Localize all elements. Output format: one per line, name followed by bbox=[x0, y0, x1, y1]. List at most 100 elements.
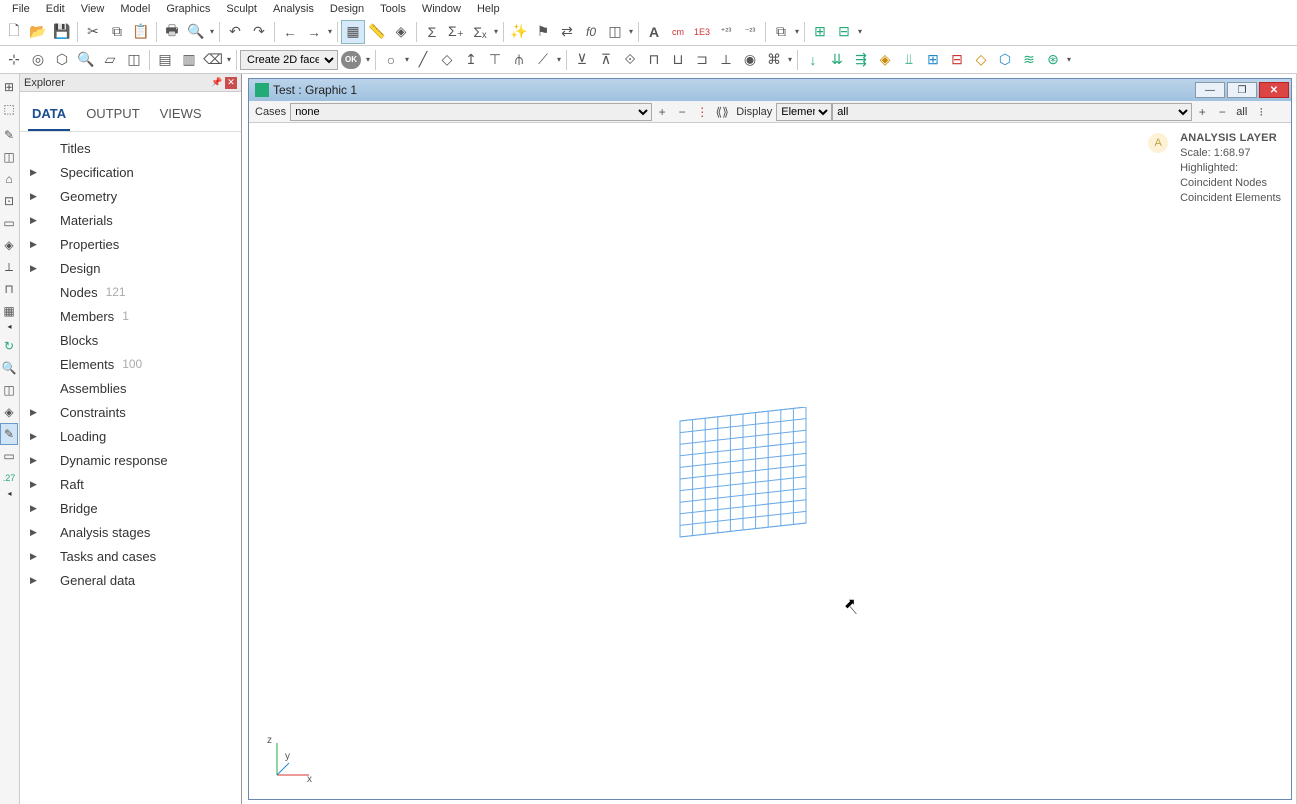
forward-icon[interactable]: → bbox=[302, 20, 326, 44]
ok-button[interactable]: OK bbox=[341, 51, 361, 69]
tree-node[interactable]: ▶Tasks and cases bbox=[20, 544, 241, 568]
vt-icon-7[interactable]: ▭ bbox=[0, 212, 18, 234]
swap-icon[interactable]: ⇄ bbox=[555, 20, 579, 44]
paste-icon[interactable]: 📋 bbox=[129, 20, 153, 44]
tree-node[interactable]: Assemblies bbox=[20, 376, 241, 400]
tree-node[interactable]: ▶General data bbox=[20, 568, 241, 592]
cable-icon[interactable]: ⟋ bbox=[531, 48, 555, 72]
menu-view[interactable]: View bbox=[73, 2, 113, 16]
settings-icon[interactable]: ⁝ bbox=[1252, 103, 1270, 121]
expand-arrow-icon[interactable]: ▶ bbox=[30, 527, 38, 538]
load8-icon[interactable]: ◇ bbox=[969, 48, 993, 72]
load1-icon[interactable]: ↓ bbox=[801, 48, 825, 72]
dropdown-icon[interactable]: ▾ bbox=[1065, 55, 1073, 64]
spring-icon[interactable]: ⫛ bbox=[507, 48, 531, 72]
tree-node[interactable]: ▶Raft bbox=[20, 472, 241, 496]
expand-icon[interactable]: ⊞ bbox=[808, 20, 832, 44]
dimension-icon[interactable]: cm bbox=[666, 20, 690, 44]
beam-icon[interactable]: ⊤ bbox=[483, 48, 507, 72]
dropdown-icon[interactable]: ▾ bbox=[786, 55, 794, 64]
print-icon[interactable]: 🖶 bbox=[160, 20, 184, 44]
hide-icon[interactable]: ▥ bbox=[177, 48, 201, 72]
area-icon[interactable]: ▱ bbox=[98, 48, 122, 72]
tree-node[interactable]: ▶Constraints bbox=[20, 400, 241, 424]
tree-node[interactable]: ▶Design bbox=[20, 256, 241, 280]
broadcast-icon[interactable]: ⟪⟫ bbox=[713, 103, 731, 121]
expand-arrow-icon[interactable]: ▶ bbox=[30, 431, 38, 442]
line-icon[interactable]: ╱ bbox=[411, 48, 435, 72]
back-icon[interactable]: ← bbox=[278, 20, 302, 44]
pin-icon[interactable]: ↥ bbox=[459, 48, 483, 72]
decrease-decimal-icon[interactable]: ⁻²³ bbox=[738, 20, 762, 44]
redo-icon[interactable]: ↷ bbox=[247, 20, 271, 44]
menu-tools[interactable]: Tools bbox=[372, 2, 414, 16]
expand-arrow-icon[interactable]: ▶ bbox=[30, 575, 38, 586]
menu-file[interactable]: File bbox=[4, 2, 38, 16]
load10-icon[interactable]: ≋ bbox=[1017, 48, 1041, 72]
vt-icon-13[interactable]: 🔍 bbox=[0, 357, 18, 379]
rigid-icon[interactable]: ⊐ bbox=[690, 48, 714, 72]
maximize-button[interactable]: ❐ bbox=[1227, 82, 1257, 98]
close-button[interactable]: ✕ bbox=[1259, 82, 1289, 98]
fx-icon[interactable]: f0 bbox=[579, 20, 603, 44]
menu-analysis[interactable]: Analysis bbox=[265, 2, 322, 16]
tree-node[interactable]: Elements100 bbox=[20, 352, 241, 376]
vt-icon-17[interactable]: ▭ bbox=[0, 445, 18, 467]
open-icon[interactable]: 📂 bbox=[26, 20, 50, 44]
dropdown-icon[interactable]: ▾ bbox=[627, 27, 635, 36]
tab-output[interactable]: OUTPUT bbox=[82, 100, 143, 131]
dropdown-icon[interactable]: ▾ bbox=[492, 27, 500, 36]
constraint-icon[interactable]: ⟂ bbox=[714, 48, 738, 72]
menu-graphics[interactable]: Graphics bbox=[158, 2, 218, 16]
ruler-icon[interactable]: 📏 bbox=[365, 20, 389, 44]
vt-icon-18[interactable]: .27 bbox=[0, 467, 18, 489]
undo-icon[interactable]: ↶ bbox=[223, 20, 247, 44]
menu-sculpt[interactable]: Sculpt bbox=[218, 2, 265, 16]
select-icon[interactable]: ⊹ bbox=[2, 48, 26, 72]
support-up-icon[interactable]: ⊼ bbox=[594, 48, 618, 72]
menu-design[interactable]: Design bbox=[322, 2, 372, 16]
support-down-icon[interactable]: ⊻ bbox=[570, 48, 594, 72]
graphics-canvas[interactable]: A ANALYSIS LAYER Scale: 1:68.97 Highligh… bbox=[249, 123, 1291, 799]
vt-icon-16[interactable]: ✎ bbox=[0, 423, 18, 445]
vt-icon-3[interactable]: ✎ bbox=[0, 124, 18, 146]
tab-views[interactable]: VIEWS bbox=[156, 100, 206, 131]
load6-icon[interactable]: ⊞ bbox=[921, 48, 945, 72]
vt-icon-2[interactable]: ⬚ bbox=[0, 98, 18, 120]
expand-arrow-icon[interactable]: ▶ bbox=[30, 239, 38, 250]
dropdown-icon[interactable]: ▾ bbox=[793, 27, 801, 36]
chart-icon[interactable]: ◫ bbox=[603, 20, 627, 44]
tree-node[interactable]: ▶Geometry bbox=[20, 184, 241, 208]
dropdown-icon[interactable]: ▾ bbox=[225, 55, 233, 64]
point-icon[interactable]: ○ bbox=[379, 48, 403, 72]
tree-node[interactable]: ▶Loading bbox=[20, 424, 241, 448]
tree-node[interactable]: ▶Specification bbox=[20, 160, 241, 184]
shape-icon[interactable]: ◇ bbox=[435, 48, 459, 72]
zoom-in-icon[interactable]: 🔍 bbox=[74, 48, 98, 72]
show-icon[interactable]: ▤ bbox=[153, 48, 177, 72]
expand-cases-icon[interactable]: ⋮ bbox=[693, 103, 711, 121]
sigma-plus-icon[interactable]: Σ₊ bbox=[444, 20, 468, 44]
tree-node[interactable]: Members1 bbox=[20, 304, 241, 328]
load9-icon[interactable]: ⬡ bbox=[993, 48, 1017, 72]
tree-node[interactable]: Nodes121 bbox=[20, 280, 241, 304]
grid-icon[interactable]: ▦ bbox=[341, 20, 365, 44]
filter-select[interactable]: all bbox=[832, 103, 1192, 121]
increase-decimal-icon[interactable]: ⁺²³ bbox=[714, 20, 738, 44]
doc-titlebar[interactable]: Test : Graphic 1 — ❐ ✕ bbox=[249, 79, 1291, 101]
expand-arrow-icon[interactable]: ▶ bbox=[30, 215, 38, 226]
vt-icon-5[interactable]: ⌂ bbox=[0, 168, 18, 190]
save-icon[interactable]: 💾 bbox=[50, 20, 74, 44]
add-icon[interactable]: + bbox=[653, 103, 671, 121]
load2-icon[interactable]: ⇊ bbox=[825, 48, 849, 72]
link2-icon[interactable]: ⊔ bbox=[666, 48, 690, 72]
tree-node[interactable]: Titles bbox=[20, 136, 241, 160]
menu-edit[interactable]: Edit bbox=[38, 2, 73, 16]
dropdown-icon[interactable]: ▾ bbox=[856, 27, 864, 36]
expand-arrow-icon[interactable]: ▶ bbox=[30, 167, 38, 178]
collapse-marker[interactable]: ◂ bbox=[0, 489, 19, 498]
tree-node[interactable]: ▶Dynamic response bbox=[20, 448, 241, 472]
node-icon[interactable]: ◫ bbox=[122, 48, 146, 72]
dropdown-icon[interactable]: ▾ bbox=[208, 27, 216, 36]
collapse-marker[interactable]: ◂ bbox=[0, 322, 19, 331]
